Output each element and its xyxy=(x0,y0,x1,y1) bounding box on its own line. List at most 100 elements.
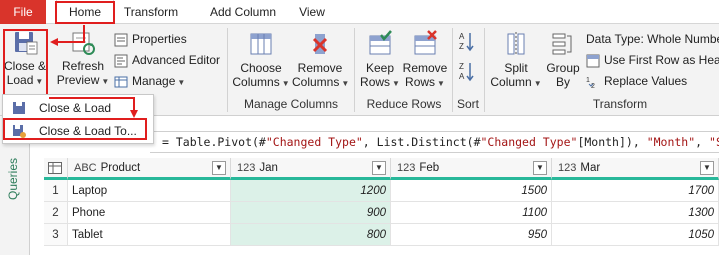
cell-product[interactable]: Phone xyxy=(68,202,231,224)
column-name: Feb xyxy=(419,162,440,174)
formula-text: , List.Distinct(# xyxy=(362,135,481,149)
refresh-icon xyxy=(72,32,95,55)
filter-dropdown-icon[interactable]: ▼ xyxy=(372,161,386,175)
save-icon xyxy=(13,102,25,114)
formula-prefix: = Table.Pivot(# xyxy=(162,135,266,149)
menu-view[interactable]: View xyxy=(292,0,332,24)
manage-label: Manage xyxy=(132,74,176,88)
data-type-label: Data Type: Whole Number xyxy=(586,32,719,46)
group-by-button[interactable]: Group By xyxy=(544,30,582,89)
queries-label[interactable]: Queries xyxy=(6,158,20,200)
cell-jan[interactable]: 800 xyxy=(231,224,391,246)
formula-string: "Sales" xyxy=(709,135,719,149)
data-type-dropdown[interactable]: Data Type: Whole Number xyxy=(586,30,719,48)
use-first-row-button[interactable]: Use First Row as Headers xyxy=(586,51,719,69)
cell-feb[interactable]: 950 xyxy=(391,224,552,246)
formula-text: [Month]), xyxy=(577,135,647,149)
chevron-down-icon: ▼ xyxy=(35,77,44,86)
menu-item-label: Close & Load xyxy=(39,101,112,115)
separator xyxy=(227,28,228,112)
column-header-jan[interactable]: 123 Jan ▼ xyxy=(231,158,391,180)
filter-dropdown-icon[interactable]: ▼ xyxy=(533,161,547,175)
column-header-feb[interactable]: 123 Feb ▼ xyxy=(391,158,552,180)
remove-rows-label-1: Remove xyxy=(402,61,448,75)
close-load-button[interactable]: Close & Load ▼ xyxy=(2,30,48,89)
close-load-dropdown: Close & Load Close & Load To... xyxy=(2,94,154,144)
cell-mar[interactable]: 1700 xyxy=(552,180,719,202)
use-first-row-label: Use First Row as Headers xyxy=(604,53,719,67)
editor-icon xyxy=(114,54,128,68)
table-row[interactable]: 1 Laptop 1200 1500 1700 xyxy=(44,180,719,202)
filter-dropdown-icon[interactable]: ▼ xyxy=(212,161,226,175)
group-by-label-1: Group xyxy=(546,61,580,75)
column-name: Mar xyxy=(580,162,601,174)
menu-home[interactable]: Home xyxy=(56,0,114,24)
save-close-icon xyxy=(15,32,38,55)
filter-dropdown-icon[interactable]: ▼ xyxy=(700,161,714,175)
group-label-sort: Sort xyxy=(456,97,479,111)
group-label-reduce-rows: Reduce Rows xyxy=(366,97,442,111)
sort-descending-icon[interactable]: Z A xyxy=(458,60,474,82)
chevron-down-icon: ▼ xyxy=(533,79,542,88)
number-type-icon[interactable]: 123 xyxy=(558,158,576,178)
remove-columns-button[interactable]: Remove Columns ▼ xyxy=(292,30,350,91)
replace-values-button[interactable]: 1 2 Replace Values xyxy=(586,72,687,90)
replace-values-label: Replace Values xyxy=(604,74,688,88)
row-index: 1 xyxy=(44,180,68,202)
chevron-down-icon: ▼ xyxy=(341,79,350,88)
column-name: Jan xyxy=(259,162,278,174)
number-type-icon[interactable]: 123 xyxy=(237,158,255,178)
keep-rows-icon xyxy=(369,30,392,55)
row-index: 2 xyxy=(44,202,68,224)
cell-mar[interactable]: 1300 xyxy=(552,202,719,224)
row-index: 3 xyxy=(44,224,68,246)
menu-item-close-load[interactable]: Close & Load xyxy=(3,97,153,119)
keep-rows-button[interactable]: Keep Rows ▼ xyxy=(360,30,400,91)
column-header-product[interactable]: ABC Product ▼ xyxy=(68,158,231,180)
remove-rows-label-2: Rows xyxy=(405,75,436,89)
menu-add-column[interactable]: Add Column xyxy=(196,0,290,24)
group-by-label-2: By xyxy=(555,75,570,89)
close-load-label-2: Load xyxy=(6,73,34,87)
cell-product[interactable]: Tablet xyxy=(68,224,231,246)
refresh-preview-button[interactable]: Refresh Preview ▼ xyxy=(56,30,110,89)
properties-icon xyxy=(114,33,128,47)
table-row[interactable]: 2 Phone 900 1100 1300 xyxy=(44,202,719,224)
table-row[interactable]: 3 Tablet 800 950 1050 xyxy=(44,224,719,246)
remove-rows-button[interactable]: Remove Rows ▼ xyxy=(402,30,448,91)
remove-columns-icon xyxy=(312,34,328,54)
menu-item-close-load-to[interactable]: Close & Load To... xyxy=(3,120,153,142)
cell-feb[interactable]: 1100 xyxy=(391,202,552,224)
formula-string: "Changed Type" xyxy=(265,135,363,149)
cell-product[interactable]: Laptop xyxy=(68,180,231,202)
svg-text:A: A xyxy=(459,32,465,41)
cell-feb[interactable]: 1500 xyxy=(391,180,552,202)
properties-button[interactable]: Properties xyxy=(114,30,187,48)
group-label-transform: Transform xyxy=(592,97,648,111)
separator xyxy=(484,28,485,112)
menu-file[interactable]: File xyxy=(0,0,46,24)
text-type-icon[interactable]: ABC xyxy=(74,158,97,178)
manage-button[interactable]: Manage ▼ xyxy=(114,72,185,90)
advanced-editor-button[interactable]: Advanced Editor xyxy=(114,51,220,69)
group-label-manage-columns: Manage Columns xyxy=(243,97,339,111)
menu-transform[interactable]: Transform xyxy=(118,0,184,24)
properties-label: Properties xyxy=(132,32,187,46)
cell-jan[interactable]: 900 xyxy=(231,202,391,224)
formula-bar[interactable]: = Table.Pivot(#"Changed Type", List.Dist… xyxy=(150,131,719,153)
svg-text:Z: Z xyxy=(459,42,464,51)
cell-jan[interactable]: 1200 xyxy=(231,180,391,202)
keep-rows-label-2: Rows xyxy=(360,75,391,89)
formula-text: , xyxy=(695,135,710,149)
svg-text:Z: Z xyxy=(459,62,464,71)
close-load-label-1: Close & xyxy=(3,59,47,73)
choose-columns-button[interactable]: Choose Columns ▼ xyxy=(232,30,290,91)
data-grid: ABC Product ▼ 123 Jan ▼ 123 Feb ▼ 123 Mar ▼ … xyxy=(44,158,719,255)
cell-mar[interactable]: 1050 xyxy=(552,224,719,246)
number-type-icon[interactable]: 123 xyxy=(397,158,415,178)
sort-ascending-icon[interactable]: A Z xyxy=(458,30,474,52)
column-header-mar[interactable]: 123 Mar ▼ xyxy=(552,158,719,180)
table-corner[interactable] xyxy=(44,158,68,180)
split-column-button[interactable]: Split Column ▼ xyxy=(490,30,542,91)
remove-columns-label-1: Remove xyxy=(297,61,343,75)
